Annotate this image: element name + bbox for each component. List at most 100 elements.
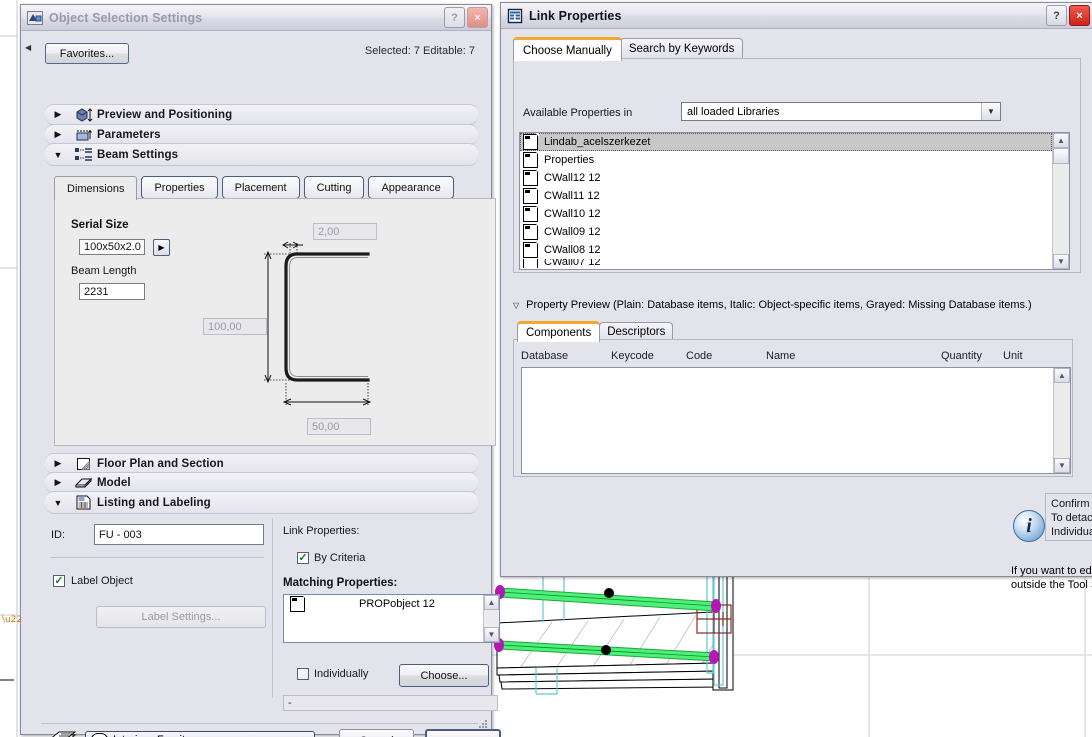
list-item-label: CWall08 12 (544, 244, 601, 256)
object-settings-icon (27, 10, 43, 26)
scrollbar-thumb[interactable] (1053, 148, 1069, 164)
tab-search-by-keywords[interactable]: Search by Keywords (619, 38, 744, 59)
individually-checkbox[interactable] (297, 668, 309, 680)
beam-length-input[interactable]: 2231 (79, 283, 145, 300)
cube-icon (71, 107, 97, 122)
close-button[interactable]: × (467, 7, 488, 28)
tab-descriptors[interactable]: Descriptors (599, 322, 674, 340)
right-window-buttons[interactable]: ? × (1046, 5, 1090, 26)
sidebar-item-floor-plan-and-section[interactable]: ▶ Floor Plan and Section (45, 453, 478, 474)
scroll-up-button[interactable]: ▲ (1054, 368, 1070, 383)
tab-appearance[interactable]: Appearance (368, 176, 454, 199)
list-item[interactable]: PROPobject 12 (284, 595, 499, 613)
chevron-right-icon: ▶ (54, 109, 62, 119)
tab-choose-manually[interactable]: Choose Manually (513, 37, 622, 61)
tab-label: Descriptors (607, 325, 666, 338)
object-selection-settings-dialog[interactable]: Object Selection Settings ? × ◀ Favorite… (20, 4, 501, 737)
scroll-down-button[interactable]: ▼ (1054, 458, 1070, 473)
label-object-row[interactable]: Label Object (53, 575, 133, 587)
tab-components[interactable]: Components (517, 321, 601, 342)
available-properties-listbox[interactable]: Lindab_acelszerkezet Properties CWall12 … (519, 132, 1070, 270)
sidebar-item-listing-and-labeling[interactable]: ▼ Listing and Labeling (45, 491, 478, 514)
sidebar-item-model[interactable]: ▶ Model (45, 472, 478, 493)
section-label: Parameters (97, 128, 161, 141)
left-dialog-title: Object Selection Settings (49, 10, 203, 25)
list-item[interactable]: Properties (520, 151, 1052, 169)
help-button[interactable]: ? (1046, 5, 1067, 26)
components-table-header: Database Keycode Code Name Quantity Unit (521, 350, 1061, 362)
column-header-quantity: Quantity (941, 350, 982, 362)
property-file-icon (523, 223, 539, 240)
serial-size-label: Serial Size (71, 219, 129, 231)
scroll-up-button[interactable]: ▲ (1053, 133, 1069, 148)
by-criteria-checkbox[interactable] (297, 552, 309, 564)
close-button[interactable]: × (1069, 5, 1090, 26)
beam-profile-preview (264, 241, 372, 406)
eye-icon (91, 733, 108, 737)
sidebar-item-parameters[interactable]: ▶ Parameters (45, 124, 478, 145)
sidebar-item-preview-and-positioning[interactable]: ▶ Preview and Positioning (45, 104, 478, 125)
parameters-icon (71, 128, 97, 142)
individually-row[interactable]: Individually (297, 668, 368, 680)
beam-length-label: Beam Length (71, 265, 137, 277)
id-input[interactable]: FU - 003 (94, 524, 264, 545)
favorites-button[interactable]: Favorites... (45, 43, 129, 64)
column-header-unit: Unit (1003, 350, 1023, 362)
right-dialog-title: Link Properties (529, 8, 622, 23)
right-dialog-titlebar[interactable]: Link Properties ? × (501, 3, 1092, 29)
scroll-down-button[interactable]: ▼ (484, 627, 499, 642)
property-preview-header[interactable]: ▽ Property Preview (Plain: Database item… (513, 299, 1032, 311)
matching-properties-listbox[interactable]: PROPobject 12 ▲ ▼ (283, 594, 500, 643)
list-item[interactable]: CWall11 12 (520, 187, 1052, 205)
chevron-right-icon: ▶ (54, 458, 62, 468)
section-label: Model (97, 476, 131, 489)
link-properties-dialog[interactable]: Link Properties ? × Choose Manually Sear… (500, 2, 1092, 591)
tab-placement[interactable]: Placement (221, 176, 300, 199)
ok-button[interactable]: OK (425, 729, 501, 737)
tab-cutting[interactable]: Cutting (303, 176, 365, 199)
beam-settings-tabs[interactable]: Dimensions Properties Placement Cutting … (54, 176, 502, 200)
components-scrollbar[interactable]: ▲ ▼ (1053, 368, 1070, 473)
section-label: Preview and Positioning (97, 108, 233, 121)
sidebar-item-beam-settings[interactable]: ▼ Beam Settings (45, 143, 478, 166)
property-preview-label: Property Preview (Plain: Database items,… (526, 299, 1032, 311)
tab-properties[interactable]: Properties (141, 176, 218, 199)
left-dialog-titlebar[interactable]: Object Selection Settings ? × (21, 5, 491, 31)
list-item[interactable]: CWall12 12 (520, 169, 1052, 187)
resize-grip[interactable] (478, 719, 488, 732)
scroll-up-button[interactable]: ▲ (484, 595, 499, 610)
by-criteria-label: By Criteria (314, 552, 366, 564)
available-properties-scrollbar[interactable]: ▲ ▼ (1052, 133, 1069, 269)
section-label: Floor Plan and Section (97, 457, 224, 470)
layer-dropdown[interactable]: Interior - Furniture ▶ (85, 731, 315, 737)
help-button[interactable]: ? (444, 7, 465, 28)
left-window-buttons[interactable]: ? × (444, 7, 488, 28)
choose-button[interactable]: Choose... (399, 664, 489, 687)
property-file-icon (523, 133, 539, 150)
list-item[interactable]: CWall07 12 (520, 259, 1052, 268)
property-file-icon (523, 241, 539, 258)
chevron-down-icon[interactable]: ▼ (981, 103, 1000, 120)
serial-size-dropdown-button[interactable]: ▶ (153, 239, 170, 256)
cancel-button[interactable]: Cancel (339, 729, 414, 737)
column-header-keycode: Keycode (611, 350, 654, 362)
list-item[interactable]: CWall10 12 (520, 205, 1052, 223)
property-file-icon (290, 595, 306, 612)
tab-dimensions[interactable]: Dimensions (54, 176, 138, 200)
list-item[interactable]: CWall08 12 (520, 241, 1052, 259)
list-item[interactable]: Lindab_acelszerkezet (520, 133, 1052, 151)
scroll-down-button[interactable]: ▼ (1053, 254, 1069, 269)
by-criteria-row[interactable]: By Criteria (297, 552, 365, 564)
library-dropdown[interactable]: all loaded Libraries ▼ (681, 102, 1001, 121)
serial-size-input[interactable]: 100x50x2.0 (79, 239, 145, 255)
components-table-body[interactable]: ▲ ▼ (521, 367, 1071, 474)
link-properties-icon (507, 8, 523, 24)
label-object-label: Label Object (71, 575, 133, 587)
list-item-label: PROPobject 12 (359, 598, 435, 610)
triangle-down-icon[interactable]: ▽ (513, 301, 519, 310)
chevron-down-icon: ▼ (53, 149, 63, 160)
list-item[interactable]: CWall09 12 (520, 223, 1052, 241)
matching-properties-scrollbar[interactable]: ▲ ▼ (483, 595, 499, 642)
label-object-checkbox[interactable] (53, 575, 65, 587)
panel-collapse-handle[interactable]: ◀ (25, 43, 31, 52)
